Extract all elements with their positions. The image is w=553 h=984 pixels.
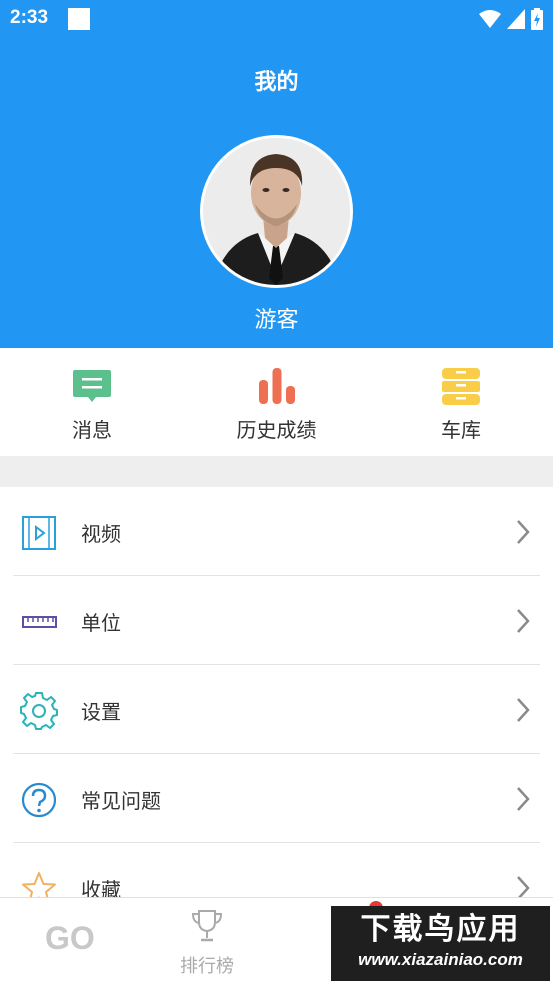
section-divider bbox=[0, 456, 553, 487]
chevron-right-icon bbox=[517, 698, 530, 722]
avatar-portrait bbox=[203, 138, 350, 285]
history-scores-button[interactable]: 历史成绩 bbox=[184, 348, 369, 456]
page-title: 我的 bbox=[254, 70, 299, 95]
menu-item-video[interactable]: 视频 bbox=[0, 487, 553, 576]
quick-actions: 消息 历史成绩 车库 bbox=[0, 348, 553, 456]
trophy-icon bbox=[191, 910, 223, 942]
video-icon bbox=[22, 516, 56, 550]
message-icon bbox=[73, 370, 111, 402]
bar-chart-icon bbox=[258, 368, 295, 404]
chevron-right-icon bbox=[517, 609, 530, 633]
menu-item-units[interactable]: 单位 bbox=[0, 576, 553, 665]
garage-button[interactable]: 车库 bbox=[369, 348, 553, 456]
menu-item-faq[interactable]: 常见问题 bbox=[0, 754, 553, 843]
notification-square-icon bbox=[68, 8, 90, 30]
menu-item-faq-label: 常见问题 bbox=[81, 789, 161, 813]
signal-icon bbox=[507, 9, 525, 29]
avatar[interactable] bbox=[200, 135, 353, 288]
garage-icon bbox=[442, 368, 480, 405]
menu-item-units-label: 单位 bbox=[81, 611, 121, 635]
watermark: 下载鸟应用 www.xiazainiao.com bbox=[331, 906, 550, 981]
question-icon bbox=[21, 782, 57, 818]
settings-menu: 视频 单位 设置 常见问题 收藏 bbox=[0, 487, 553, 932]
garage-label: 车库 bbox=[441, 418, 481, 442]
chevron-right-icon bbox=[517, 787, 530, 811]
chevron-right-icon bbox=[517, 520, 530, 544]
nav-ranking-label: 排行榜 bbox=[180, 956, 234, 977]
status-time: 2:33 bbox=[10, 7, 49, 28]
history-scores-label: 历史成绩 bbox=[236, 418, 317, 442]
messages-label: 消息 bbox=[72, 418, 112, 442]
messages-button[interactable]: 消息 bbox=[0, 348, 184, 456]
watermark-title: 下载鸟应用 bbox=[360, 912, 521, 947]
wifi-icon bbox=[479, 10, 501, 28]
menu-item-settings[interactable]: 设置 bbox=[0, 665, 553, 754]
username: 游客 bbox=[254, 308, 299, 333]
watermark-url: www.xiazainiao.com bbox=[358, 950, 523, 969]
nav-ranking-tab[interactable]: 排行榜 bbox=[157, 898, 257, 984]
profile-header: 2:33 我的 游客 bbox=[0, 0, 553, 348]
gear-icon bbox=[20, 692, 58, 730]
menu-item-settings-label: 设置 bbox=[81, 700, 121, 724]
nav-go-tab[interactable]: GO bbox=[45, 920, 95, 957]
menu-item-video-label: 视频 bbox=[81, 522, 121, 546]
status-bar: 2:33 bbox=[0, 0, 553, 40]
battery-icon bbox=[531, 8, 543, 30]
ruler-icon bbox=[22, 616, 57, 628]
